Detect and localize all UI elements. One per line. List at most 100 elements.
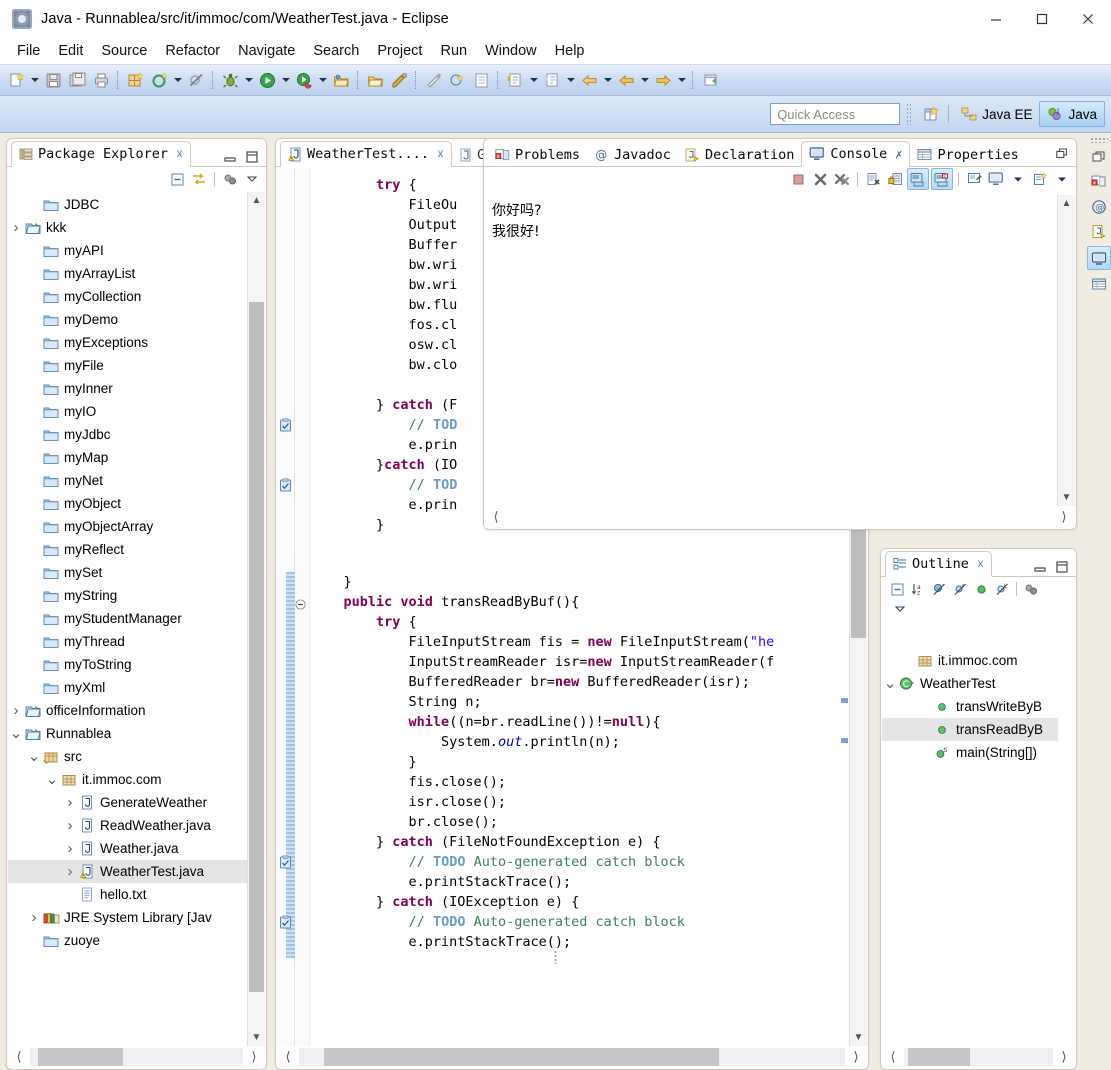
scroll-lock-icon[interactable] [885,169,905,189]
console-vscrollbar[interactable]: ▲ ▼ [1057,195,1075,506]
code-line[interactable]: while((n=br.readLine())!=null){ [311,712,850,732]
open-console-icon[interactable] [1030,169,1050,189]
scroll-up-icon[interactable]: ▲ [248,192,265,209]
tree-item[interactable]: myObjectArray [8,515,248,538]
chevron-right-icon[interactable]: › [8,702,24,719]
print-icon[interactable] [90,69,112,91]
hide-static-icon[interactable]: s [950,579,970,599]
toggle-markoccurrences-icon[interactable] [422,69,444,91]
scroll-left-icon[interactable]: ⟨ [485,509,507,525]
open-task-icon[interactable] [364,69,386,91]
open-type-icon[interactable] [330,69,352,91]
collapse-all-icon[interactable] [887,579,907,599]
previous-annotation-icon[interactable] [541,69,563,91]
scroll-right-icon[interactable]: ⟩ [1053,509,1075,525]
package-explorer-vscrollbar[interactable]: ▲ ▼ [247,192,265,1046]
dropdown-arrow-icon[interactable] [601,69,614,91]
tree-item[interactable]: myReflect [8,538,248,561]
tree-item[interactable]: myArrayList [8,262,248,285]
tree-item[interactable]: › ReadWeather.java [8,814,248,837]
remove-launch-icon[interactable] [810,169,830,189]
perspective-java-ee[interactable]: Java EE [954,102,1039,126]
menu-project[interactable]: Project [368,41,431,61]
scroll-left-icon[interactable]: ⟨ [8,1049,30,1065]
next-annotation-icon[interactable] [504,69,526,91]
tree-item[interactable]: myNet [8,469,248,492]
menu-navigate[interactable]: Navigate [229,41,304,61]
display-selected-console-menu-icon[interactable] [1008,169,1028,189]
sort-icon[interactable]: az [908,579,928,599]
new-file-icon[interactable] [5,69,27,91]
code-line[interactable]: } [311,752,850,772]
code-line[interactable]: String n; [311,692,850,712]
package-explorer-tree[interactable]: JDBC › kkk myAPI myArrayList myCollection myDe… [8,193,248,952]
hide-nonpublic-icon[interactable] [971,579,991,599]
tab-problems[interactable]: x Problems [488,143,587,167]
dropdown-arrow-icon[interactable] [675,69,688,91]
scroll-right-icon[interactable]: ⟩ [243,1049,265,1065]
chevron-right-icon[interactable]: › [62,863,78,880]
minimize-icon[interactable] [224,151,236,163]
restore-icon[interactable] [1088,146,1110,168]
code-line[interactable]: e.printStackTrace(); [311,872,850,892]
tree-item[interactable]: myAPI [8,239,248,262]
maximize-button[interactable] [1019,0,1065,38]
editor-hscrollbar[interactable]: ⟨ ⟩ [277,1046,867,1068]
tree-item[interactable]: Smain(String[]) [882,741,1058,764]
chevron-down-icon[interactable]: ⌄ [44,772,60,787]
scroll-down-icon[interactable]: ▼ [1058,489,1075,506]
tree-item[interactable]: transReadByB [882,718,1058,741]
chevron-down-icon[interactable]: ⌄ [26,749,42,764]
tree-item[interactable]: › JRE System Library [Jav [8,906,248,929]
tree-item[interactable]: myToString [8,653,248,676]
close-icon[interactable]: ☓ [977,557,984,571]
console-icon[interactable] [1087,246,1111,270]
code-line[interactable]: // TODO Auto-generated catch block [280,912,850,932]
hide-local-types-icon[interactable]: L [992,579,1012,599]
coverage-icon[interactable] [446,69,468,91]
tab-console[interactable]: Console ✗ [801,141,911,167]
tree-item[interactable]: myString [8,584,248,607]
console-hscrollbar[interactable]: ⟨ ⟩ [485,506,1075,528]
collapse-all-icon[interactable] [167,169,187,189]
pin-console-icon[interactable] [964,169,984,189]
run-icon[interactable] [256,69,278,91]
menu-edit[interactable]: Edit [49,41,92,61]
toolbar-grip[interactable] [906,103,914,125]
chevron-right-icon[interactable]: › [8,219,24,236]
outline-tree[interactable]: it.immoc.com ⌄ C WeatherTest transWriteByB tr… [882,649,1058,764]
menu-source[interactable]: Source [92,41,156,61]
dropdown-arrow-icon[interactable] [638,69,651,91]
new-annotation-icon[interactable] [388,69,410,91]
code-line[interactable]: System.out.println(n); [311,732,850,752]
tree-item[interactable]: ⌄ src [8,745,248,768]
scroll-right-icon[interactable]: ⟩ [845,1049,867,1065]
dropdown-arrow-icon[interactable] [564,69,577,91]
tab-outline[interactable]: Outline ☓ [885,551,993,577]
close-button[interactable] [1065,0,1111,38]
run-external-tools-icon[interactable] [293,69,315,91]
dropdown-arrow-icon[interactable] [28,69,41,91]
view-menu-focus-icon[interactable] [220,169,240,189]
resize-grip-icon[interactable] [554,950,557,964]
scroll-down-icon[interactable]: ▼ [248,1029,265,1046]
tree-item[interactable]: › GenerateWeather [8,791,248,814]
debug-icon[interactable] [219,69,241,91]
code-line[interactable]: fis.close(); [311,772,850,792]
tree-item[interactable]: myThread [8,630,248,653]
scroll-thumb[interactable] [249,302,264,992]
chevron-right-icon[interactable]: › [62,817,78,834]
tab-declaration[interactable]: Declaration [678,143,801,167]
task-marker-icon[interactable] [279,418,292,438]
code-line[interactable]: } catch (IOException e) { [311,892,850,912]
view-menu-focus-icon[interactable] [1021,579,1041,599]
package-explorer-hscrollbar[interactable]: ⟨ ⟩ [8,1046,265,1068]
tree-item[interactable]: myDemo [8,308,248,331]
tree-item[interactable]: myIO [8,400,248,423]
save-all-icon[interactable] [66,69,88,91]
declaration-icon[interactable] [1088,221,1110,243]
dropdown-arrow-icon[interactable] [279,69,292,91]
view-menu-icon[interactable] [1052,169,1072,189]
console-output[interactable]: 你好吗? 我很好! [485,195,1058,243]
scroll-left-icon[interactable]: ⟨ [277,1049,299,1065]
